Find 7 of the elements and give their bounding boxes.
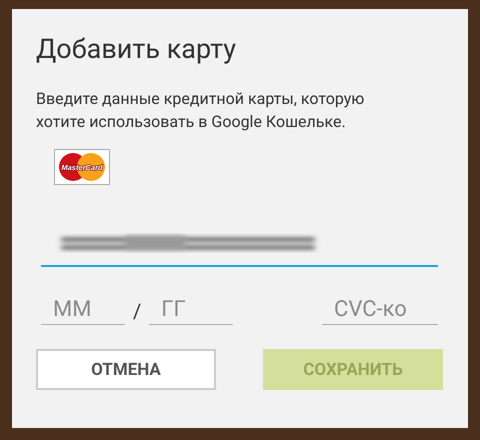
year-field[interactable]: ГГ [149, 295, 234, 325]
cvc-field[interactable]: CVC-ко [322, 295, 438, 325]
date-separator: / [133, 299, 142, 323]
dialog-message: Введите данные кредитной карты, которую хотите использовать в Google Кошельке. [36, 88, 366, 133]
month-field[interactable]: ММ [41, 295, 125, 325]
cancel-button[interactable]: ОТМЕНА [36, 349, 216, 390]
dialog-title: Добавить карту [36, 33, 236, 65]
